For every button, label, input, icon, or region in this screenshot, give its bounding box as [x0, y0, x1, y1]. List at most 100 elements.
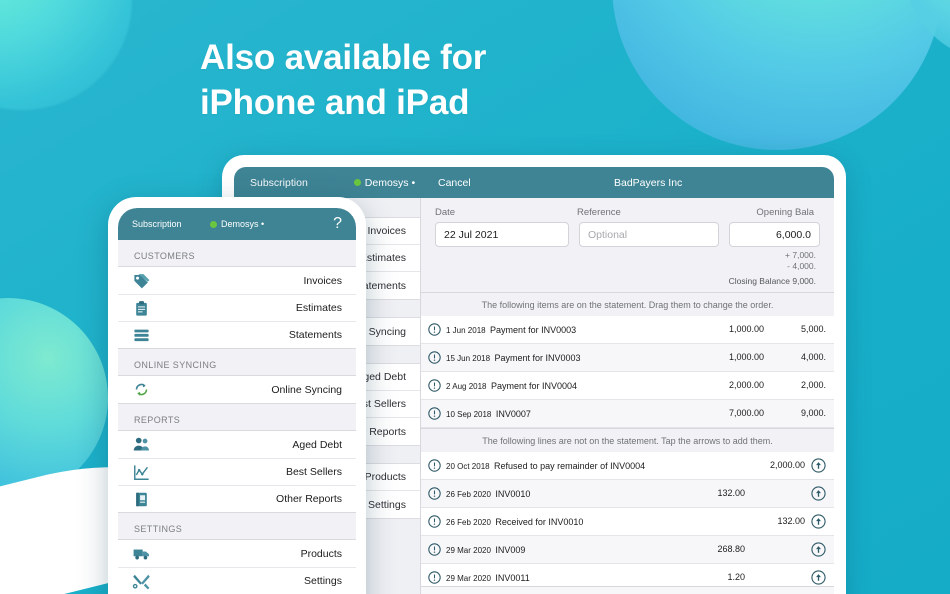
section-header-customers: CUSTOMERS — [118, 240, 356, 266]
menu-item-settings[interactable]: Settings — [118, 567, 356, 594]
opening-balance-label: Opening Bala — [756, 207, 814, 218]
info-icon — [428, 543, 441, 556]
balance-credits: + 7,000. — [785, 250, 816, 260]
reference-input[interactable]: Optional — [579, 222, 719, 247]
row-description: INV009 — [495, 545, 526, 556]
row-amount: 7,000.00 — [728, 408, 764, 419]
menu-item-invoices[interactable]: Invoices — [118, 267, 356, 294]
row-text: 15 Jun 2018 Payment for INV0003 — [446, 348, 678, 366]
decorative-blob-top-left — [0, 0, 132, 110]
iphone-navbar: Subscription Demosys • ? — [118, 208, 356, 240]
row-description: INV0011 — [495, 573, 530, 584]
sync-icon — [130, 381, 152, 399]
balance-breakdown: + 7,000. - 4,000. — [435, 250, 820, 273]
date-label: Date — [435, 207, 456, 218]
ipad-account-selector[interactable]: Demosys • — [353, 176, 416, 189]
menu-item-best-sellers[interactable]: Best Sellers — [118, 458, 356, 485]
help-button[interactable]: ? — [333, 215, 342, 233]
off-statement-list[interactable]: 20 Oct 2018 Refused to pay remainder of … — [421, 451, 834, 586]
menu-group-customers: Invoices Estimates Statements — [118, 266, 356, 349]
table-row[interactable]: 15 Jun 2018 Payment for INV0003 1,000.00… — [421, 343, 834, 372]
menu-group-online-syncing: Online Syncing — [118, 375, 356, 404]
info-icon — [428, 459, 441, 472]
row-text: 29 Mar 2020 INV009 — [446, 540, 695, 558]
ipad-subscription-link[interactable]: Subscription — [250, 177, 308, 189]
row-date: 1 Jun 2018 — [446, 326, 486, 336]
section-header-reports: REPORTS — [118, 404, 356, 430]
ipad-page-title: BadPayers Inc — [614, 176, 683, 189]
row-description: Refused to pay remainder of INV0004 — [494, 461, 646, 472]
menu-item-label: Best Sellers — [285, 466, 342, 478]
row-text: 26 Feb 2020 INV0010 — [446, 484, 695, 502]
on-statement-list: 1 Jun 2018 Payment for INV0003 1,000.00 … — [421, 315, 834, 428]
menu-item-statements[interactable]: Statements — [118, 321, 356, 348]
menu-item-label: Products — [300, 547, 342, 560]
add-to-statement-button[interactable] — [811, 570, 826, 585]
decorative-blob-top-right — [905, 0, 950, 60]
row-balance: 5,000. — [800, 324, 826, 335]
row-text: 10 Sep 2018 INV0007 — [446, 404, 616, 422]
row-text: 1 Jun 2018 Payment for INV0003 — [446, 320, 678, 338]
row-amount: 2,000.00 — [728, 380, 764, 391]
table-row[interactable]: 20 Oct 2018 Refused to pay remainder of … — [421, 451, 834, 480]
menu-item-label: Statements — [288, 329, 342, 341]
off-statement-note: The following lines are not on the state… — [421, 427, 834, 452]
section-header-online-syncing: ONLINE SYNCING — [118, 349, 356, 375]
table-row[interactable]: 10 Sep 2018 INV0007 7,000.00 9,000. — [421, 399, 834, 428]
iphone-screen: Subscription Demosys • ? CUSTOMERS Invoi… — [118, 208, 356, 594]
menu-item-label: Other Reports — [276, 493, 342, 505]
decorative-blob-top — [612, 0, 942, 150]
iphone-menu-list[interactable]: CUSTOMERS Invoices Estimates Statements … — [118, 240, 356, 594]
ipad-navbar: Subscription Demosys • Cancel BadPayers … — [234, 167, 834, 198]
ipad-cancel-button[interactable]: Cancel — [420, 177, 596, 189]
iphone-subscription-link[interactable]: Subscription — [132, 219, 210, 229]
on-statement-note: The following items are on the statement… — [421, 291, 834, 316]
clipboard-icon — [130, 299, 152, 317]
menu-item-label: Aged Debt — [292, 438, 342, 451]
row-amount: 132.00 — [777, 516, 805, 527]
people-icon — [130, 436, 152, 454]
menu-item-products[interactable]: Products — [118, 540, 356, 567]
row-date: 26 Feb 2020 — [446, 518, 491, 528]
add-to-statement-button[interactable] — [811, 486, 826, 501]
row-description: Received for INV0010 — [495, 517, 584, 528]
info-icon — [428, 571, 441, 584]
row-date: 26 Feb 2020 — [446, 490, 491, 500]
table-row[interactable]: 29 Mar 2020 INV009 268.80 — [421, 535, 834, 564]
info-icon — [428, 351, 441, 364]
chart-icon — [130, 463, 152, 481]
table-row[interactable]: 26 Feb 2020 INV0010 132.00 — [421, 479, 834, 508]
table-row[interactable]: 26 Feb 2020 Received for INV0010 132.00 — [421, 507, 834, 536]
form-fields-row: 22 Jul 2021 Optional 6,000.0 — [435, 222, 820, 247]
date-input[interactable]: 22 Jul 2021 — [435, 222, 569, 247]
row-text: 20 Oct 2018 Refused to pay remainder of … — [446, 456, 695, 474]
row-description: Payment for INV0003 — [494, 353, 581, 364]
ipad-account-label: Demosys • — [364, 176, 416, 189]
row-date: 29 Mar 2020 — [446, 574, 491, 584]
opening-balance-input[interactable]: 6,000.0 — [729, 222, 820, 247]
row-amount: 268.80 — [717, 544, 745, 555]
add-to-statement-button[interactable] — [811, 458, 826, 473]
table-row[interactable]: 1 Jun 2018 Payment for INV0003 1,000.00 … — [421, 315, 834, 344]
status-dot-icon — [210, 220, 217, 228]
row-balance: 4,000. — [800, 352, 826, 363]
table-row[interactable]: 29 Mar 2020 INV0011 1.20 — [421, 563, 834, 586]
menu-item-other-reports[interactable]: Other Reports — [118, 485, 356, 512]
iphone-account-selector[interactable]: Demosys • — [210, 219, 333, 229]
stack-icon — [130, 326, 152, 344]
table-row[interactable]: 2 Aug 2018 Payment for INV0004 2,000.00 … — [421, 371, 834, 400]
menu-group-settings: Products Settings — [118, 539, 356, 594]
closing-balance-text: Closing Balance 9,000. — [728, 275, 816, 286]
row-text: 2 Aug 2018 Payment for INV0004 — [446, 376, 678, 394]
row-description: INV0010 — [495, 489, 531, 500]
info-icon — [428, 323, 441, 336]
row-date: 29 Mar 2020 — [446, 546, 491, 556]
tags-icon — [130, 272, 152, 290]
menu-item-online-syncing[interactable]: Online Syncing — [118, 376, 356, 403]
iphone-device-mockup: Subscription Demosys • ? CUSTOMERS Invoi… — [108, 197, 366, 594]
add-to-statement-button[interactable] — [811, 542, 826, 557]
row-text: 29 Mar 2020 INV0011 — [446, 568, 695, 586]
menu-item-aged-debt[interactable]: Aged Debt — [118, 431, 356, 458]
add-to-statement-button[interactable] — [811, 514, 826, 529]
menu-item-estimates[interactable]: Estimates — [118, 294, 356, 321]
